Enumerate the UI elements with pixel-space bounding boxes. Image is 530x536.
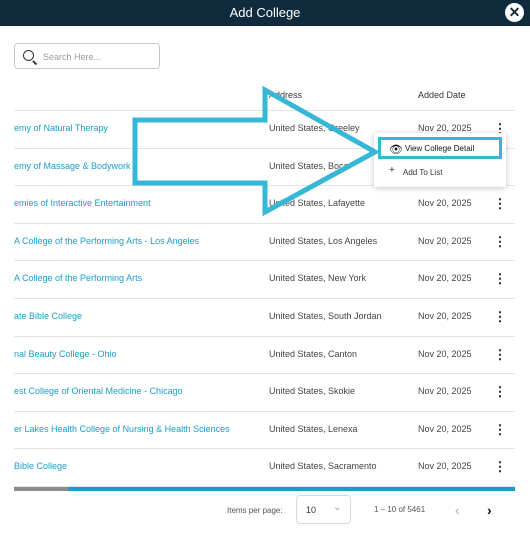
eye-icon: 👁 — [389, 144, 403, 156]
college-name[interactable]: er Lakes Health College of Nursing & Hea… — [14, 424, 264, 434]
scrollbar-thumb[interactable] — [14, 487, 68, 491]
table-row[interactable]: emies of Interactive Entertainment United… — [14, 186, 515, 224]
search-input[interactable] — [41, 48, 157, 66]
college-address: United States, Lafayette — [269, 198, 366, 209]
plus-icon: + — [389, 165, 395, 176]
college-name[interactable]: ate Bible College — [14, 311, 264, 321]
table-row[interactable]: nal Beauty College - Ohio United States, … — [14, 337, 515, 375]
college-address: United States, Boca — [269, 160, 349, 171]
table-row[interactable]: est College of Oriental Medicine - Chica… — [14, 374, 515, 412]
more-options-icon[interactable]: ⋮ — [493, 232, 507, 252]
added-date: Nov 20, 2025 — [418, 386, 472, 397]
added-date: Nov 20, 2025 — [418, 348, 472, 359]
college-address: United States, Sacramento — [269, 461, 377, 472]
college-name[interactable]: est College of Oriental Medicine - Chica… — [14, 386, 264, 396]
more-options-icon[interactable]: ⋮ — [493, 307, 507, 327]
items-per-page-value: 10 — [306, 505, 317, 515]
items-per-page-select[interactable]: 10 ⌄ — [296, 495, 351, 524]
next-page-icon[interactable]: › — [487, 502, 492, 518]
college-address: United States, Canton — [269, 348, 358, 359]
table-row[interactable]: ate Bible College United States, South Jo… — [14, 299, 515, 337]
more-options-icon[interactable]: ⋮ — [493, 269, 507, 289]
college-name[interactable]: emies of Interactive Entertainment — [14, 198, 264, 208]
college-name[interactable]: nal Beauty College - Ohio — [14, 349, 264, 359]
more-options-icon[interactable]: ⋮ — [493, 420, 507, 440]
more-options-icon[interactable]: ⋮ — [493, 382, 507, 402]
view-college-detail-label: View College Detail — [405, 144, 475, 153]
college-name[interactable]: emy of Massage & Bodywork — [14, 161, 264, 171]
add-to-list-label: Add To List — [403, 168, 443, 177]
college-address: United States, Greeley — [269, 123, 360, 133]
table-row[interactable]: er Lakes Health College of Nursing & Hea… — [14, 412, 515, 450]
more-options-icon[interactable]: ⋮ — [493, 345, 507, 365]
dialog-header: Add College ✕ — [0, 0, 530, 26]
more-options-icon[interactable]: ⋮ — [493, 457, 507, 477]
college-address: United States, Skokie — [269, 386, 356, 397]
college-name[interactable]: A College of the Performing Arts - Los A… — [14, 236, 264, 246]
column-header-added-date[interactable]: Added Date — [418, 90, 466, 100]
added-date: Nov 20, 2025 — [418, 198, 472, 209]
added-date: Nov 20, 2025 — [418, 423, 472, 434]
view-college-detail-item[interactable]: 👁 View College Detail — [378, 137, 502, 159]
search-box[interactable] — [14, 43, 160, 69]
more-options-icon[interactable]: ⋮ — [493, 194, 507, 214]
college-name[interactable]: emy of Natural Therapy — [14, 123, 264, 133]
added-date: Nov 20, 2025 — [418, 273, 472, 284]
close-icon[interactable]: ✕ — [505, 3, 524, 22]
page-range-label: 1 – 10 of 5461 — [374, 505, 426, 514]
horizontal-scrollbar[interactable] — [14, 487, 515, 491]
row-actions-menu: 👁 View College Detail + Add To List — [374, 133, 506, 187]
added-date: Nov 20, 2025 — [418, 235, 472, 246]
column-header-address[interactable]: Address — [269, 90, 302, 100]
added-date: Nov 20, 2025 — [418, 123, 472, 133]
college-address: United States, Lenexa — [269, 423, 358, 434]
table-header: Address Added Date — [14, 80, 515, 111]
college-name[interactable]: Bible College — [14, 461, 264, 471]
add-to-list-item[interactable]: + Add To List — [378, 163, 502, 183]
previous-page-icon[interactable]: ‹ — [455, 502, 460, 518]
added-date: Nov 20, 2025 — [418, 311, 472, 321]
table-row[interactable]: A College of the Performing Arts - Los A… — [14, 224, 515, 262]
chevron-down-icon: ⌄ — [333, 502, 342, 513]
table-row[interactable]: A College of the Performing Arts United S… — [14, 261, 515, 299]
college-address: United States, New York — [269, 273, 367, 284]
college-address: United States, Los Angeles — [269, 235, 378, 246]
table-row[interactable]: Bible College United States, Sacramento No… — [14, 449, 515, 487]
search-icon — [23, 50, 34, 61]
dialog-title: Add College — [229, 5, 301, 20]
added-date: Nov 20, 2025 — [418, 461, 472, 472]
college-name[interactable]: A College of the Performing Arts — [14, 273, 264, 283]
college-address: United States, South Jordan — [269, 311, 382, 321]
items-per-page-label: Items per page: — [227, 506, 283, 515]
